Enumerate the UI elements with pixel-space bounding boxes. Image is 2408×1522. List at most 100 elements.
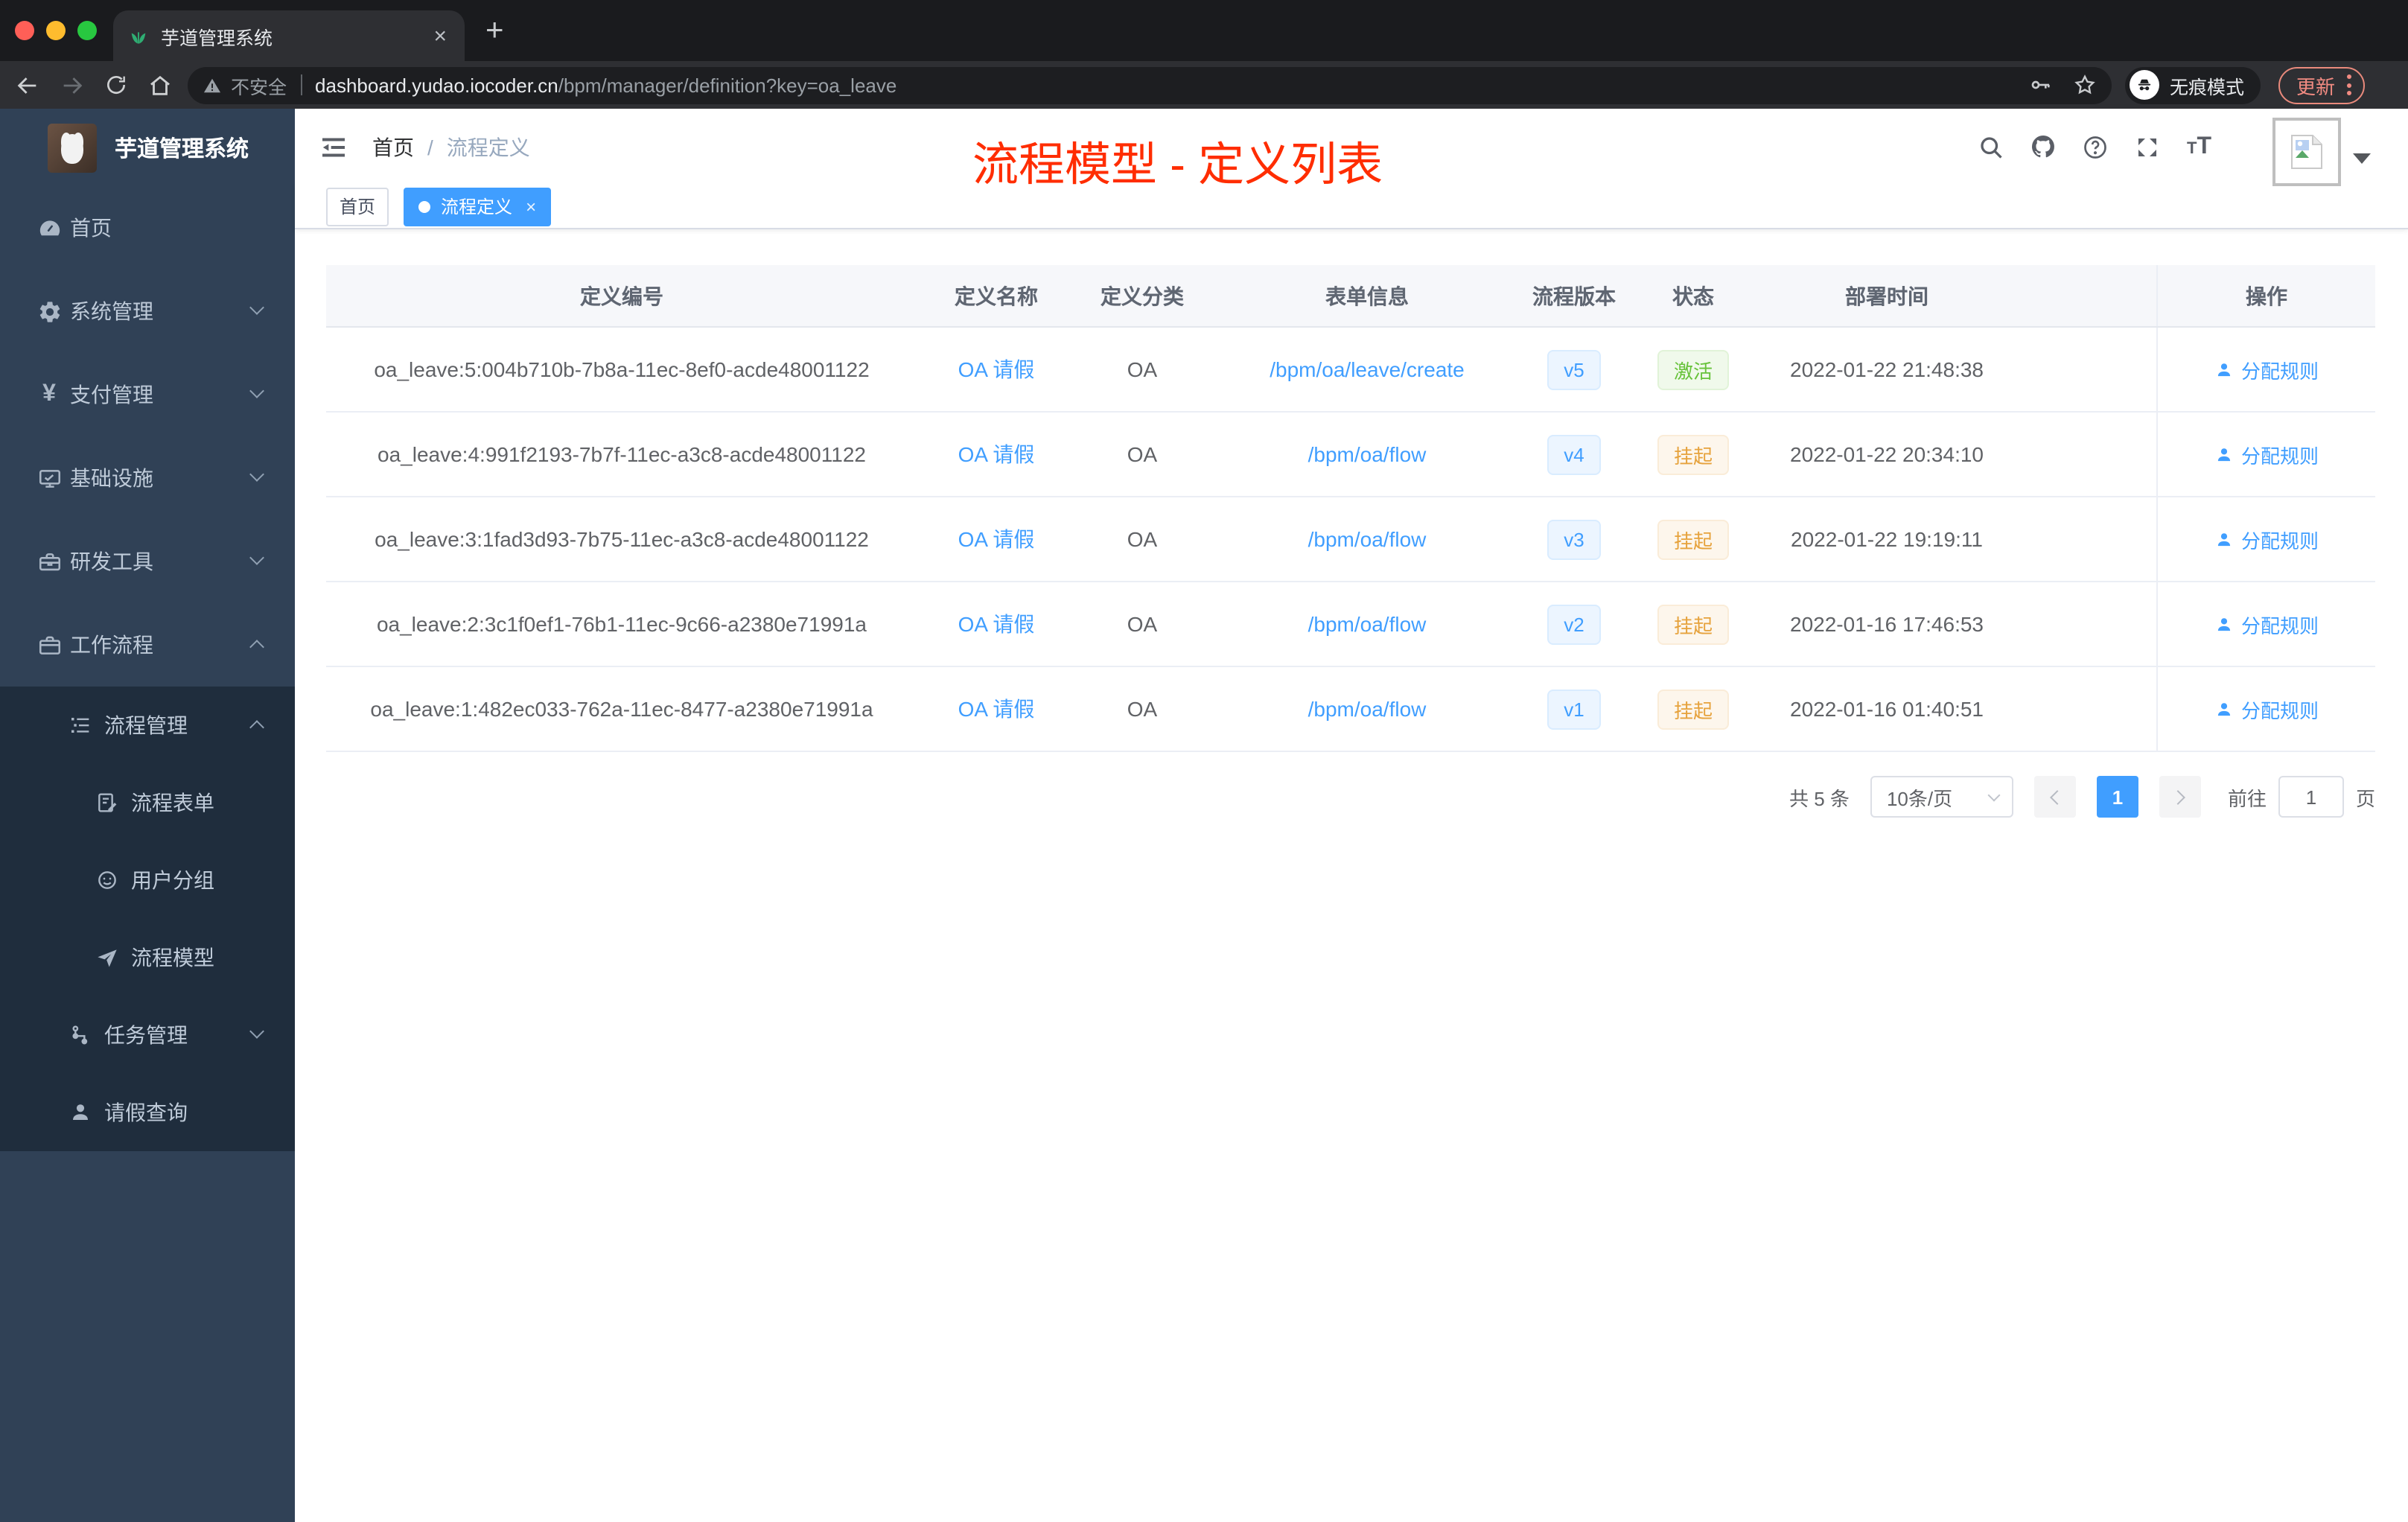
help-icon[interactable] [2083,133,2109,160]
flow-icon [67,1022,94,1048]
browser-tabstrip: 芋道管理系统 × + [0,0,2408,61]
tag-close-icon[interactable]: × [526,196,536,217]
forward-icon[interactable] [60,72,85,98]
assign-rule-button[interactable]: 分配规则 [2214,695,2319,723]
reload-icon[interactable] [104,73,128,97]
total-count: 共 5 条 [1789,787,1850,809]
bookmark-star-icon[interactable] [2073,73,2097,97]
annotation-title: 流程模型 - 定义列表 [972,138,1383,191]
home-icon[interactable] [147,72,173,98]
sidebar-item-leave-query[interactable]: 请假查询 [0,1074,295,1151]
sidebar-item-infra[interactable]: 基础设施 [0,436,295,520]
avatar[interactable] [2272,118,2341,186]
user-icon [2217,617,2231,631]
back-icon[interactable] [15,72,40,98]
incognito-label: 无痕模式 [2170,77,2245,98]
github-icon[interactable] [2030,133,2057,160]
browser-tab[interactable]: 芋道管理系统 × [113,10,465,61]
user-icon [67,1099,94,1126]
col-header: 操作 [2156,265,2375,326]
prev-page-button[interactable] [2033,776,2076,818]
form-link[interactable]: /bpm/oa/flow [1308,612,1427,636]
toolbox-icon [36,548,63,575]
sidebar-item-process-mgmt[interactable]: 流程管理 [0,687,295,764]
sidebar-item-task-mgmt[interactable]: 任务管理 [0,996,295,1074]
tag-process-definition[interactable]: 流程定义 × [404,187,552,226]
window-controls [15,21,97,40]
url-text[interactable]: dashboard.yudao.iocoder.cn/bpm/manager/d… [315,74,896,96]
assign-rule-button[interactable]: 分配规则 [2214,525,2319,553]
sidebar-item-home[interactable]: 首页 [0,186,295,270]
chevron-right-icon [2170,789,2185,804]
definition-name-link[interactable]: OA 请假 [958,694,1035,724]
definition-category: OA [1127,357,1158,381]
page-number-current[interactable]: 1 [2096,776,2138,818]
address-bar[interactable]: 不安全 dashboard.yudao.iocoder.cn/bpm/manag… [188,66,2112,104]
definition-name-link[interactable]: OA 请假 [958,354,1035,384]
user-icon [2217,532,2231,546]
col-header: 定义名称 [955,284,1038,308]
form-link[interactable]: /bpm/oa/flow [1308,527,1427,551]
zoom-window-button[interactable] [77,21,97,40]
user-icon [2217,448,2231,461]
menu-dots-icon[interactable] [2347,74,2352,95]
close-window-button[interactable] [15,21,34,40]
chevron-down-icon [249,1024,264,1039]
definition-category: OA [1127,697,1158,721]
sidebar-item-process-model[interactable]: 流程模型 [0,919,295,996]
assign-rule-button[interactable]: 分配规则 [2214,355,2319,383]
tab-close-icon[interactable]: × [430,25,450,47]
definition-category: OA [1127,442,1158,466]
deploy-time: 2022-01-16 17:46:53 [1790,612,1984,636]
goto-page-input[interactable]: 1 [2278,776,2344,818]
minimize-window-button[interactable] [46,21,66,40]
definition-id: oa_leave:4:991f2193-7b7f-11ec-a3c8-acde4… [378,442,866,466]
incognito-icon [2130,70,2159,100]
form-link[interactable]: /bpm/oa/flow [1308,697,1427,721]
sidebar-item-user-group[interactable]: 用户分组 [0,841,295,919]
security-label[interactable]: 不安全 [231,71,287,99]
definition-category: OA [1127,527,1158,551]
font-size-icon[interactable]: TT [2187,133,2211,160]
form-link[interactable]: /bpm/oa/flow [1308,442,1427,466]
broken-image-icon [2291,135,2322,169]
next-page-button[interactable] [2159,776,2201,818]
table-row: oa_leave:1:482ec033-762a-11ec-8477-a2380… [326,667,2375,752]
sidebar-item-process-form[interactable]: 流程表单 [0,764,295,841]
assign-rule-button[interactable]: 分配规则 [2214,440,2319,468]
update-browser-button[interactable]: 更新 [2278,66,2366,104]
definition-name-link[interactable]: OA 请假 [958,524,1035,554]
app-title: 芋道管理系统 [115,136,249,162]
search-icon[interactable] [1978,133,2005,160]
col-header: 表单信息 [1325,284,1409,308]
new-tab-button[interactable]: + [485,13,504,49]
breadcrumb: 首页 / 流程定义 [372,132,530,162]
key-icon[interactable] [2028,73,2052,97]
avatar-caret-icon[interactable] [2353,153,2371,164]
table-header-row: 定义编号 定义名称 定义分类 表单信息 流程版本 状态 部署时间 操作 [326,265,2375,328]
pagination: 共 5 条 10条/页 1 前往 1 页 [326,776,2375,818]
collapse-sidebar-icon[interactable] [319,132,348,162]
form-link[interactable]: /bpm/oa/leave/create [1270,357,1465,381]
definition-name-link[interactable]: OA 请假 [958,439,1035,469]
definition-category: OA [1127,612,1158,636]
fullscreen-icon[interactable] [2135,133,2162,160]
active-dot-icon [418,200,431,212]
sidebar-logo[interactable]: 芋道管理系统 [0,109,295,186]
version-badge: v4 [1547,434,1601,474]
sidebar-item-workflow[interactable]: 工作流程 [0,603,295,687]
status-badge: 挂起 [1657,519,1729,559]
definition-id: oa_leave:1:482ec033-762a-11ec-8477-a2380… [370,697,873,721]
tag-home[interactable]: 首页 [326,187,389,226]
breadcrumb-home[interactable]: 首页 [372,132,414,162]
definition-id: oa_leave:2:3c1f0ef1-76b1-11ec-9c66-a2380… [376,612,867,636]
dashboard-icon [36,214,63,241]
definition-name-link[interactable]: OA 请假 [958,609,1035,639]
assign-rule-button[interactable]: 分配规则 [2214,610,2319,638]
sidebar-item-system[interactable]: 系统管理 [0,270,295,353]
page-size-select[interactable]: 10条/页 [1870,776,2013,818]
sidebar-item-devtools[interactable]: 研发工具 [0,520,295,603]
sidebar-item-payment[interactable]: ¥ 支付管理 [0,353,295,436]
deploy-time: 2022-01-22 19:19:11 [1791,527,1983,551]
deploy-time: 2022-01-22 20:34:10 [1790,442,1984,466]
